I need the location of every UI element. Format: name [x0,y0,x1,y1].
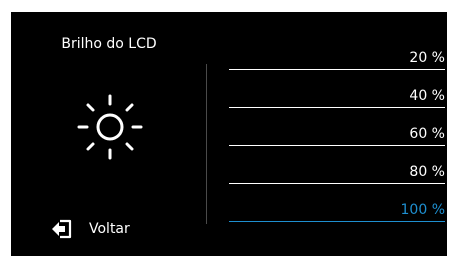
back-button[interactable]: Voltar [51,218,130,240]
option-label: 40 % [409,88,445,104]
option-label: 20 % [409,50,445,66]
brightness-options-list: 20 % 40 % 60 % 80 % 100 % [229,32,445,222]
option-label: 60 % [409,126,445,142]
lcd-brightness-screen: Brilho do LCD 20 % 40 % 60 % 80 % 100 % … [11,12,447,256]
vertical-divider [206,64,207,224]
back-arrow-icon [51,218,73,240]
brightness-option-60[interactable]: 60 % [229,108,445,146]
brightness-option-100[interactable]: 100 % [229,184,445,222]
page-title: Brilho do LCD [61,36,157,52]
brightness-sun-icon [75,92,145,162]
option-label: 80 % [409,164,445,180]
brightness-option-80[interactable]: 80 % [229,146,445,184]
brightness-option-40[interactable]: 40 % [229,70,445,108]
option-label: 100 % [400,202,445,218]
brightness-option-20[interactable]: 20 % [229,32,445,70]
back-label: Voltar [89,221,130,237]
